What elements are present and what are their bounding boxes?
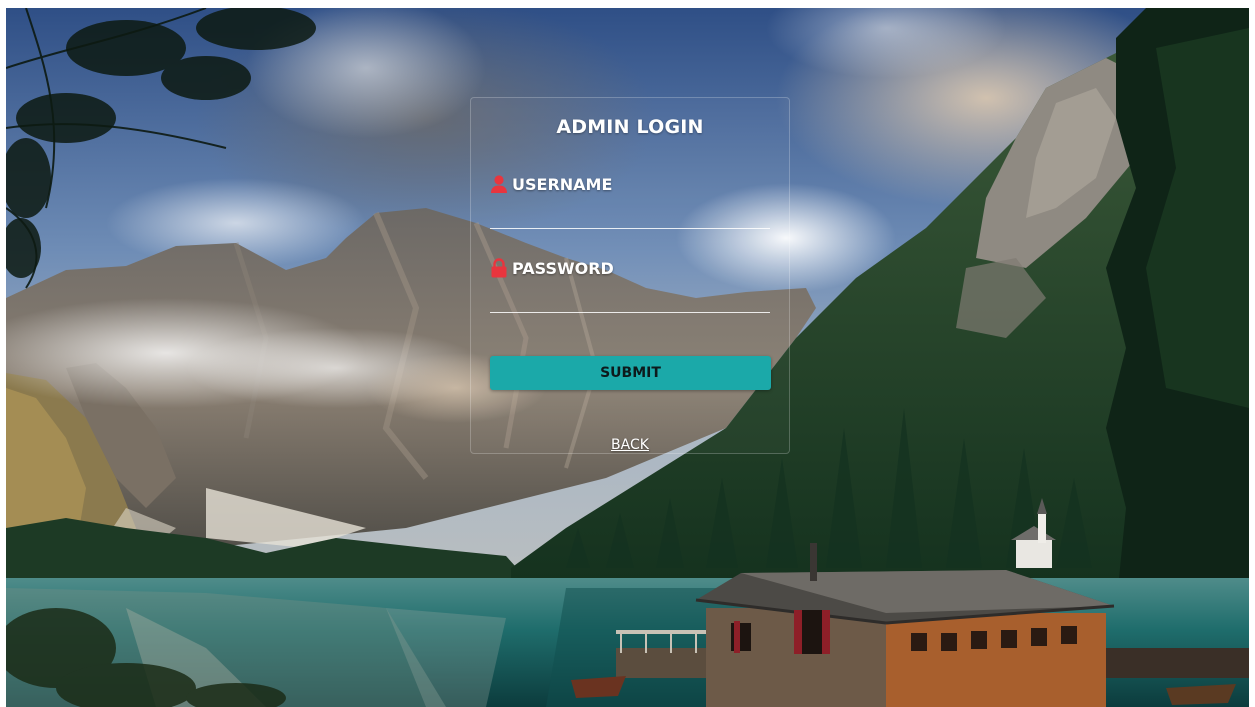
login-title: ADMIN LOGIN xyxy=(556,116,704,138)
username-field-group: USERNAME xyxy=(490,172,770,234)
submit-button[interactable]: SUBMIT xyxy=(490,356,771,390)
lock-icon xyxy=(490,258,508,278)
back-link[interactable]: BACK xyxy=(611,437,649,453)
username-label: USERNAME xyxy=(512,174,613,194)
user-icon xyxy=(490,174,508,194)
password-field-group: PASSWORD xyxy=(490,256,770,318)
password-input[interactable] xyxy=(490,282,770,313)
username-input[interactable] xyxy=(490,198,770,229)
admin-login-panel: ADMIN LOGIN USERNAME PASSWORD SUBMIT BAC… xyxy=(470,97,790,454)
password-label: PASSWORD xyxy=(512,258,614,278)
back-link-row: BACK xyxy=(471,437,789,453)
password-label-row: PASSWORD xyxy=(490,256,614,280)
username-label-row: USERNAME xyxy=(490,172,612,196)
page-frame: ADMIN LOGIN USERNAME PASSWORD SUBMIT BAC… xyxy=(6,8,1249,707)
